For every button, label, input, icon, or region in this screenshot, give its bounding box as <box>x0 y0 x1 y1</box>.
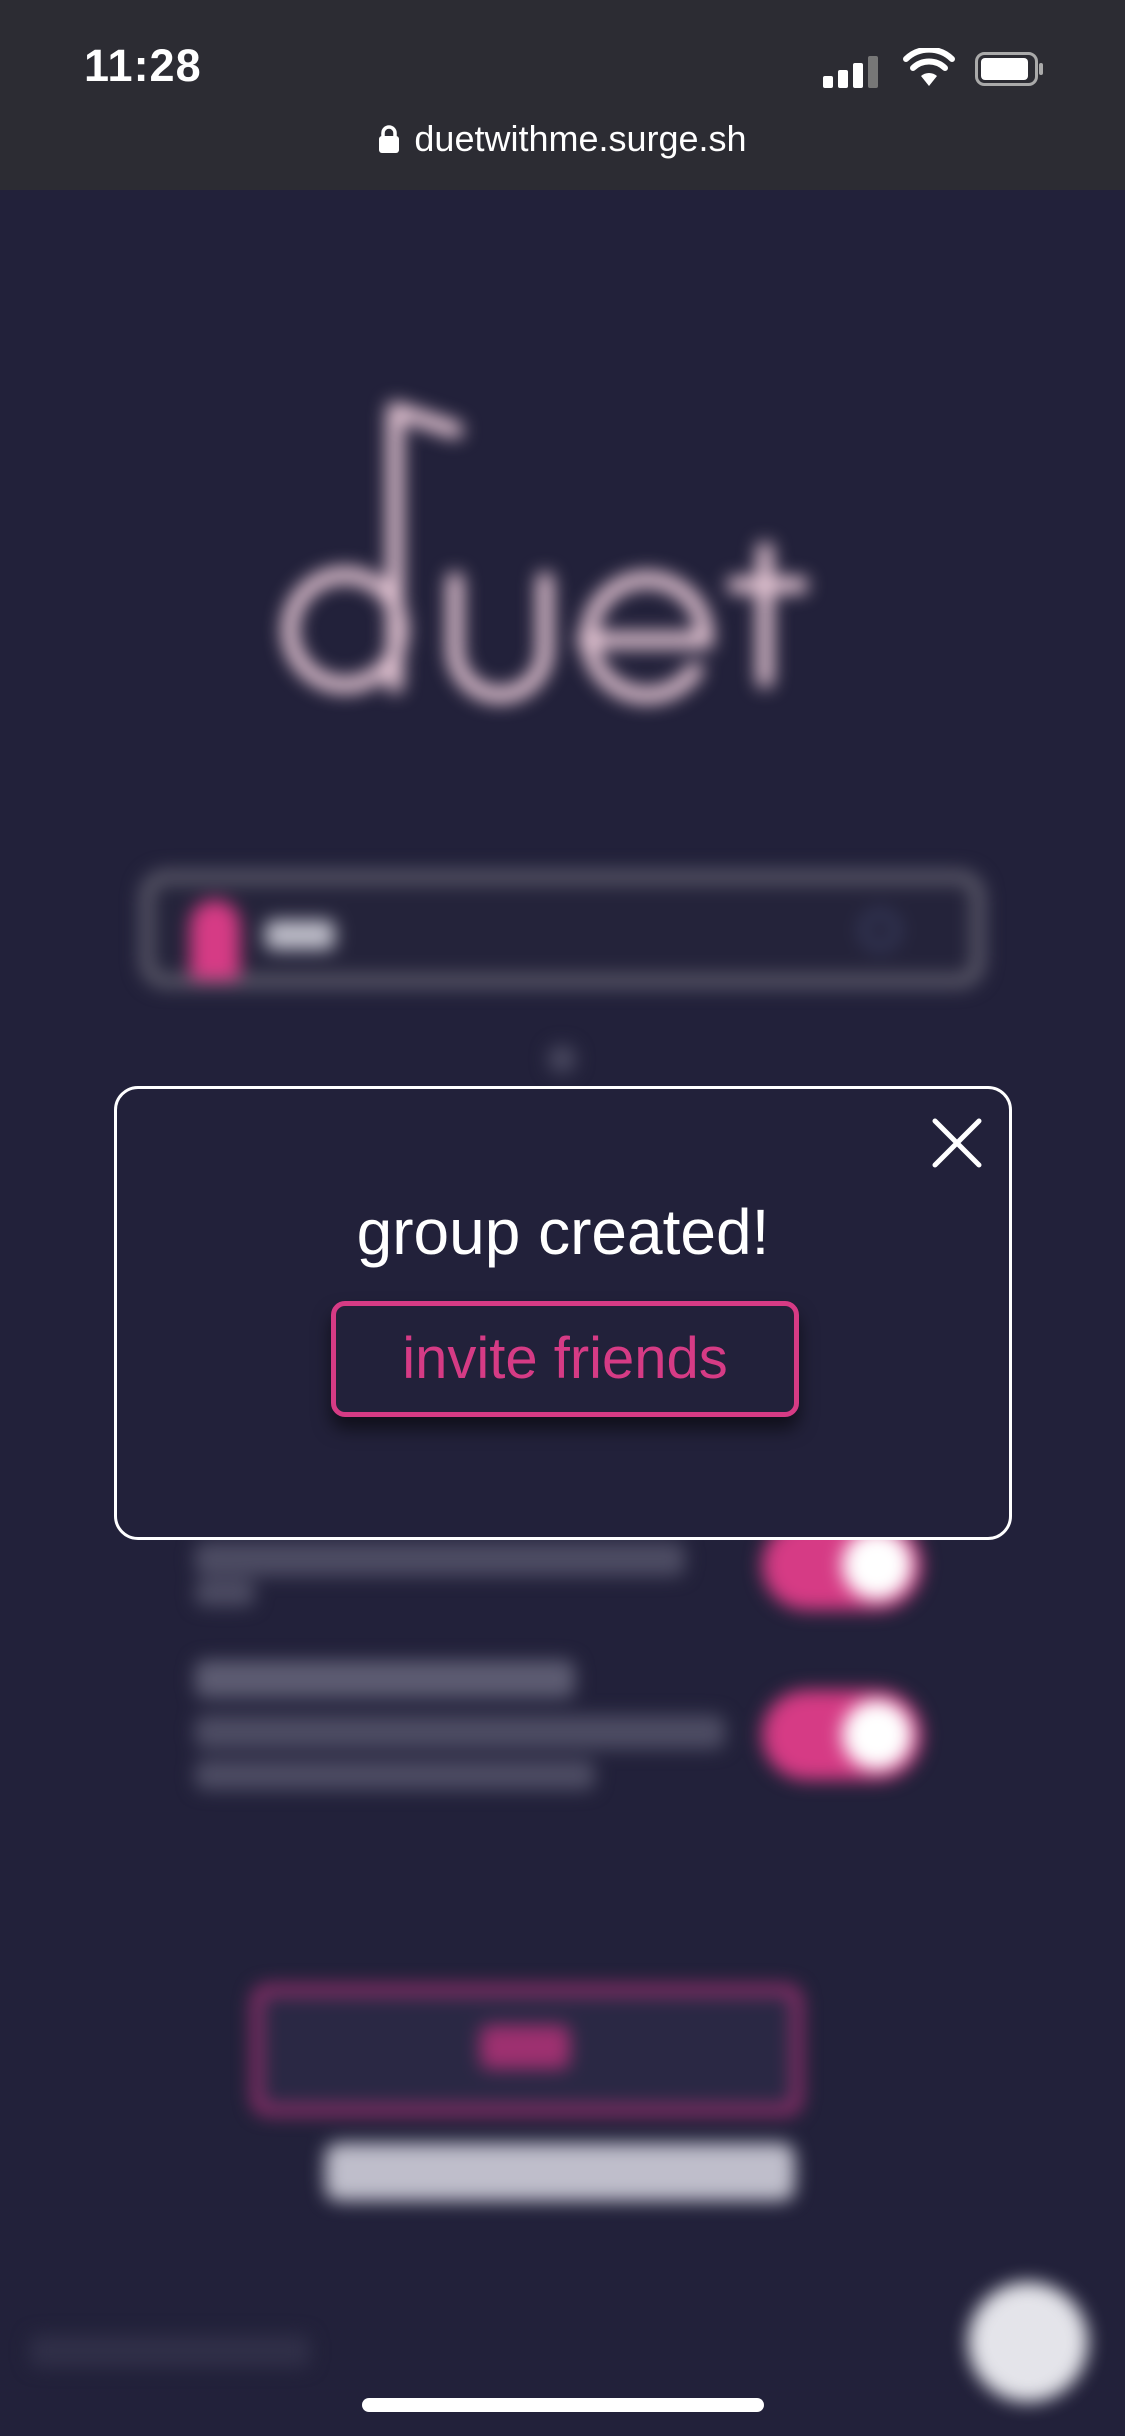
duet-logo <box>282 402 808 704</box>
status-bar: 11:28 duetwithme.surge.sh <box>0 0 1125 190</box>
home-indicator[interactable] <box>362 2398 764 2412</box>
url-text: duetwithme.surge.sh <box>414 118 747 159</box>
status-icons <box>785 48 1085 88</box>
wifi-icon <box>903 48 955 86</box>
group-created-modal: group created! invite friends <box>114 1086 1012 1540</box>
option-description <box>195 1760 595 1790</box>
help-button[interactable] <box>968 2282 1088 2402</box>
go-button-label <box>480 2025 570 2069</box>
create-group-link[interactable] <box>325 2143 795 2201</box>
close-icon[interactable] <box>925 1111 989 1175</box>
status-time: 11:28 <box>84 40 202 91</box>
option-title <box>195 1660 575 1698</box>
search-icon <box>860 910 900 950</box>
signal-icon <box>823 54 879 88</box>
lock-icon <box>379 125 400 153</box>
modal-title: group created! <box>356 1196 770 1268</box>
separator-dot <box>548 1045 576 1073</box>
search-text <box>265 920 335 950</box>
invite-friends-button[interactable]: invite friends <box>331 1301 799 1417</box>
user-icon <box>190 900 240 980</box>
url-bar[interactable]: duetwithme.surge.sh <box>0 118 1125 160</box>
option-description <box>195 1542 685 1576</box>
toggle-knob <box>842 1530 912 1600</box>
toggle-switch[interactable] <box>762 1690 922 1780</box>
footer-text <box>30 2335 310 2367</box>
toggle-knob <box>842 1700 912 1770</box>
battery-icon <box>975 52 1043 86</box>
app-root: 11:28 duetwithme.surge.sh group created!… <box>0 0 1125 2436</box>
option-description <box>195 1715 725 1749</box>
option-description <box>195 1580 255 1606</box>
